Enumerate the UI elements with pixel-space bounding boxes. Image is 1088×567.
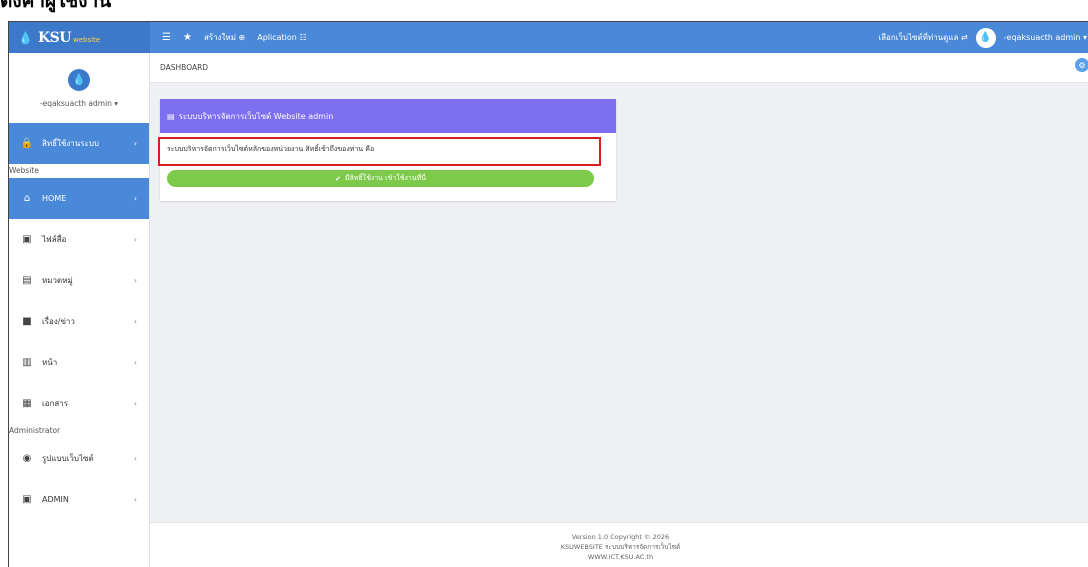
breadcrumb-label: DASHBOARD [160, 63, 209, 72]
document-icon: ▦ [22, 398, 32, 409]
chevron-right-icon: › [133, 276, 137, 285]
sidebar-item-label: หมวดหมู่ [42, 276, 73, 285]
chevron-right-icon: › [133, 454, 137, 463]
top-navbar: 💧 KSU website ☰ ★ สร้างใหม่ ⊕ Aplication… [9, 22, 1088, 53]
chevron-right-icon: › [133, 139, 137, 148]
sidebar: 💧 -eqaksuacth admin ▾ 🔒 สิทธิ์ใช้งานระบบ… [9, 53, 150, 567]
sidebar-item-document[interactable]: ▦ เอกสาร › [9, 383, 149, 424]
chevron-right-icon: › [133, 399, 137, 408]
chevron-right-icon: › [133, 317, 137, 326]
brand-name: KSU [38, 29, 72, 46]
page: ตั้งค่าผู้ใช้งาน 💧 KSU website ☰ ★ สร้าง… [0, 0, 1088, 567]
sidebar-user-name[interactable]: -eqaksuacth admin ▾ [40, 99, 118, 108]
sidebar-item-media[interactable]: ▣ ไฟล์สื่อ › [9, 219, 149, 260]
footer-website-link[interactable]: WWW.ICT.KSU.AC.th [588, 552, 653, 562]
brand-logo[interactable]: 💧 KSU website [9, 22, 150, 53]
chevron-right-icon: › [133, 358, 137, 367]
choose-site-menu[interactable]: เลือกเว็บไซต์ที่ท่านดูแล ⇄ [878, 31, 967, 44]
check-circle-icon: ✔ [335, 174, 341, 183]
sidebar-item-label: เรื่อง/ข่าว [42, 317, 75, 326]
sidebar-item-access-rights[interactable]: 🔒 สิทธิ์ใช้งานระบบ › [9, 123, 149, 164]
image-icon: ▣ [22, 234, 32, 245]
news-icon: ■ [22, 316, 32, 327]
access-button-label: มีสิทธิ์ใช้งาน เข้าใช้งานที่นี่ [344, 174, 426, 182]
footer-version: Version 1.0 Copyright © 2026 [571, 532, 670, 541]
sidebar-item-admin[interactable]: ▣ ADMIN › [9, 479, 149, 520]
user-avatar-icon[interactable]: 💧 [975, 27, 996, 48]
sidebar-item-label: หน้า [42, 358, 58, 367]
chevron-right-icon: › [133, 495, 137, 504]
hamburger-icon[interactable]: ☰ [162, 32, 171, 43]
card-title: ระบบบริหารจัดการเว็บไซต์ Website admin [178, 111, 334, 121]
section-header-website: Website [9, 164, 149, 178]
bookmark-icon[interactable]: ★ [183, 32, 192, 43]
sidebar-item-category[interactable]: ▤ หมวดหมู่ › [9, 260, 149, 301]
footer: Version 1.0 Copyright © 2026 KSUWEBSITE … [150, 522, 1088, 567]
footer-system-name: KSUWEBSITE ระบบบริหารจัดการเว็บไซต์ [560, 542, 681, 551]
sidebar-item-theme[interactable]: ◉ รูปแบบเว็บไซต์ › [9, 438, 149, 479]
sidebar-item-home[interactable]: ⌂ HOME › [9, 178, 149, 219]
sidebar-item-label: เอกสาร [42, 399, 69, 408]
breadcrumb: DASHBOARD [150, 53, 1088, 83]
drop-logo-icon: 💧 [18, 30, 33, 45]
settings-gear-icon[interactable]: ⚙ [1075, 58, 1088, 72]
sidebar-item-label: รูปแบบเว็บไซต์ [42, 454, 94, 463]
page-icon: ▥ [22, 357, 32, 368]
sidebar-item-news[interactable]: ■ เรื่อง/ข่าว › [9, 301, 149, 342]
main-content: DASHBOARD ⚙ ▤ ระบบบริหารจัดการเว็บไซต์ W… [150, 53, 1088, 567]
window-icon: ▤ [167, 111, 175, 121]
section-header-admin: Administrator [9, 424, 149, 438]
brand-sub: website [73, 35, 101, 44]
card-header: ▤ ระบบบริหารจัดการเว็บไซต์ Website admin [160, 99, 616, 133]
browser-frame: 💧 KSU website ☰ ★ สร้างใหม่ ⊕ Aplication… [8, 21, 1088, 567]
user-avatar: 💧 [68, 68, 90, 91]
sidebar-item-label: สิทธิ์ใช้งานระบบ [42, 139, 99, 148]
navbar-right: เลือกเว็บไซต์ที่ท่านดูแล ⇄ 💧 -eqaksuacth… [878, 22, 1088, 53]
palette-icon: ◉ [22, 453, 32, 464]
user-panel: 💧 -eqaksuacth admin ▾ [9, 53, 149, 123]
chevron-right-icon: › [133, 194, 137, 203]
chevron-right-icon: › [133, 235, 137, 244]
home-icon: ⌂ [23, 193, 31, 204]
sidebar-item-label: HOME [42, 194, 67, 203]
admin-icon: ▣ [22, 494, 32, 505]
category-icon: ▤ [22, 275, 32, 286]
access-button[interactable]: ✔ มีสิทธิ์ใช้งาน เข้าใช้งานที่นี่ [167, 170, 594, 187]
highlight-annotation [158, 137, 601, 166]
sidebar-item-page[interactable]: ▥ หน้า › [9, 342, 149, 383]
sidebar-item-label: ไฟล์สื่อ [42, 235, 67, 244]
application-menu[interactable]: Aplication ☷ [257, 33, 306, 42]
lock-icon: 🔒 [20, 138, 34, 149]
sidebar-item-label: ADMIN [42, 495, 69, 504]
user-menu[interactable]: -eqaksuacth admin ▾ [1004, 33, 1087, 42]
navbar-left: ☰ ★ สร้างใหม่ ⊕ Aplication ☷ [150, 31, 307, 44]
create-new-menu[interactable]: สร้างใหม่ ⊕ [204, 31, 245, 44]
